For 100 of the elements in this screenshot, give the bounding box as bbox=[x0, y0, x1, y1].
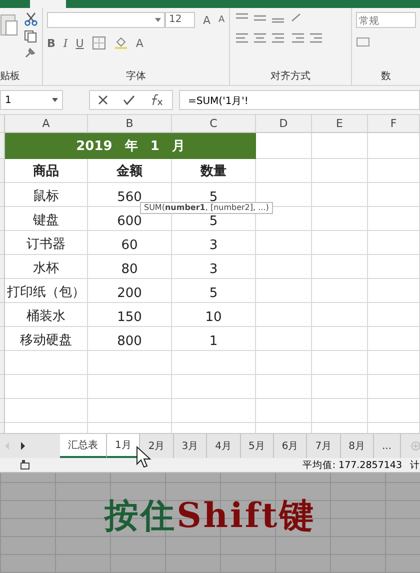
empty-cell[interactable] bbox=[312, 279, 368, 303]
table-cell: 桶装水 bbox=[5, 303, 88, 327]
empty-cell[interactable] bbox=[256, 231, 312, 255]
check-icon[interactable] bbox=[122, 95, 135, 105]
empty-cell[interactable] bbox=[312, 327, 368, 351]
empty-cell[interactable] bbox=[312, 399, 368, 423]
font-style-button[interactable]: B bbox=[47, 36, 56, 50]
empty-cell[interactable] bbox=[88, 351, 172, 375]
empty-cell[interactable] bbox=[172, 399, 256, 423]
column-header[interactable]: F bbox=[368, 115, 420, 133]
column-header[interactable]: C bbox=[172, 115, 256, 133]
brush-icon[interactable] bbox=[24, 47, 36, 59]
font-style-button[interactable]: U bbox=[76, 36, 84, 50]
grow-font-button[interactable]: A bbox=[203, 14, 211, 26]
table-cell: 键盘 bbox=[5, 207, 88, 231]
empty-cell[interactable] bbox=[368, 375, 420, 399]
function-icon[interactable] bbox=[150, 94, 164, 106]
empty-cell[interactable] bbox=[368, 159, 420, 183]
row-header[interactable] bbox=[0, 375, 5, 399]
empty-cell[interactable] bbox=[172, 375, 256, 399]
empty-cell[interactable] bbox=[312, 207, 368, 231]
empty-cell[interactable] bbox=[312, 303, 368, 327]
group-label: 贴板 bbox=[0, 71, 21, 83]
empty-cell[interactable] bbox=[368, 351, 420, 375]
fill-bucket-icon[interactable] bbox=[114, 36, 128, 50]
table-title: 2019 年 1 月 bbox=[5, 133, 256, 159]
empty-cell[interactable] bbox=[368, 133, 420, 159]
empty-cell[interactable] bbox=[312, 133, 368, 159]
empty-cell[interactable] bbox=[256, 159, 312, 183]
empty-cell[interactable] bbox=[256, 303, 312, 327]
font-color-button[interactable]: A bbox=[136, 36, 144, 50]
dropdown-icon[interactable] bbox=[155, 18, 161, 22]
empty-cell[interactable] bbox=[368, 279, 420, 303]
paste-icon[interactable] bbox=[0, 12, 18, 38]
empty-cell[interactable] bbox=[368, 399, 420, 423]
column-header[interactable]: D bbox=[256, 115, 312, 133]
empty-cell[interactable] bbox=[256, 399, 312, 423]
table-cell: 200 bbox=[88, 279, 172, 303]
group-label: 字体 bbox=[124, 71, 147, 83]
shrink-font-button[interactable]: A bbox=[218, 15, 225, 25]
font-size-field[interactable]: 12 bbox=[165, 12, 195, 28]
font-name-field[interactable] bbox=[47, 12, 165, 28]
scroll-right-icon[interactable] bbox=[20, 442, 26, 450]
row-header[interactable] bbox=[0, 207, 5, 231]
empty-cell[interactable] bbox=[256, 351, 312, 375]
caption: 按住Shift键 bbox=[104, 495, 316, 538]
add-sheet-icon[interactable] bbox=[410, 441, 420, 451]
row-header[interactable] bbox=[0, 351, 5, 375]
row-header[interactable] bbox=[0, 133, 5, 159]
table-cell: 5 bbox=[172, 279, 256, 303]
table-cell: 打印纸（包） bbox=[5, 279, 88, 303]
row-header[interactable] bbox=[0, 183, 5, 207]
empty-cell[interactable] bbox=[368, 303, 420, 327]
row-header[interactable] bbox=[0, 327, 5, 351]
column-header[interactable]: B bbox=[88, 115, 172, 133]
row-header[interactable] bbox=[0, 231, 5, 255]
table-cell: 移动硬盘 bbox=[5, 327, 88, 351]
name-box[interactable]: 1 bbox=[0, 90, 63, 110]
empty-cell[interactable] bbox=[368, 327, 420, 351]
empty-cell[interactable] bbox=[88, 399, 172, 423]
border-icon[interactable] bbox=[92, 36, 106, 50]
empty-cell[interactable] bbox=[312, 351, 368, 375]
font-style-button[interactable]: I bbox=[63, 36, 68, 50]
table-cell: 订书器 bbox=[5, 231, 88, 255]
empty-cell[interactable] bbox=[368, 231, 420, 255]
empty-cell[interactable] bbox=[312, 159, 368, 183]
empty-cell[interactable] bbox=[312, 183, 368, 207]
macro-icon[interactable] bbox=[20, 460, 30, 470]
empty-cell[interactable] bbox=[368, 183, 420, 207]
empty-cell[interactable] bbox=[256, 375, 312, 399]
status-average: 平均值: 177.2857143 bbox=[302, 458, 402, 472]
empty-cell[interactable] bbox=[256, 255, 312, 279]
empty-cell[interactable] bbox=[256, 279, 312, 303]
empty-cell[interactable] bbox=[256, 327, 312, 351]
table-cell: 80 bbox=[88, 255, 172, 279]
row-header[interactable] bbox=[0, 159, 5, 183]
scroll-left-icon[interactable] bbox=[4, 442, 10, 450]
table-header: 商品 bbox=[5, 159, 88, 183]
dropdown-icon[interactable] bbox=[52, 98, 58, 102]
row-header[interactable] bbox=[0, 255, 5, 279]
empty-cell[interactable] bbox=[368, 207, 420, 231]
cancel-icon[interactable] bbox=[98, 95, 108, 105]
empty-cell[interactable] bbox=[172, 351, 256, 375]
copy-icon[interactable] bbox=[24, 30, 38, 43]
row-header[interactable] bbox=[0, 279, 5, 303]
formula-field[interactable]: =SUM('1月'! bbox=[179, 90, 420, 110]
row-header[interactable] bbox=[0, 399, 5, 423]
cut-icon[interactable] bbox=[24, 12, 38, 26]
empty-cell[interactable] bbox=[88, 375, 172, 399]
number-format-field[interactable]: 常规 bbox=[356, 12, 416, 28]
empty-cell[interactable] bbox=[312, 255, 368, 279]
empty-cell[interactable] bbox=[312, 231, 368, 255]
column-header[interactable]: A bbox=[5, 115, 88, 133]
empty-cell[interactable] bbox=[312, 375, 368, 399]
select-all-corner[interactable] bbox=[0, 115, 5, 133]
empty-cell[interactable] bbox=[368, 255, 420, 279]
row-header[interactable] bbox=[0, 303, 5, 327]
column-header[interactable]: E bbox=[312, 115, 368, 133]
sheet-tab[interactable]: 汇总表 bbox=[60, 434, 107, 458]
sheet-tab[interactable]: 1月 bbox=[107, 434, 140, 458]
